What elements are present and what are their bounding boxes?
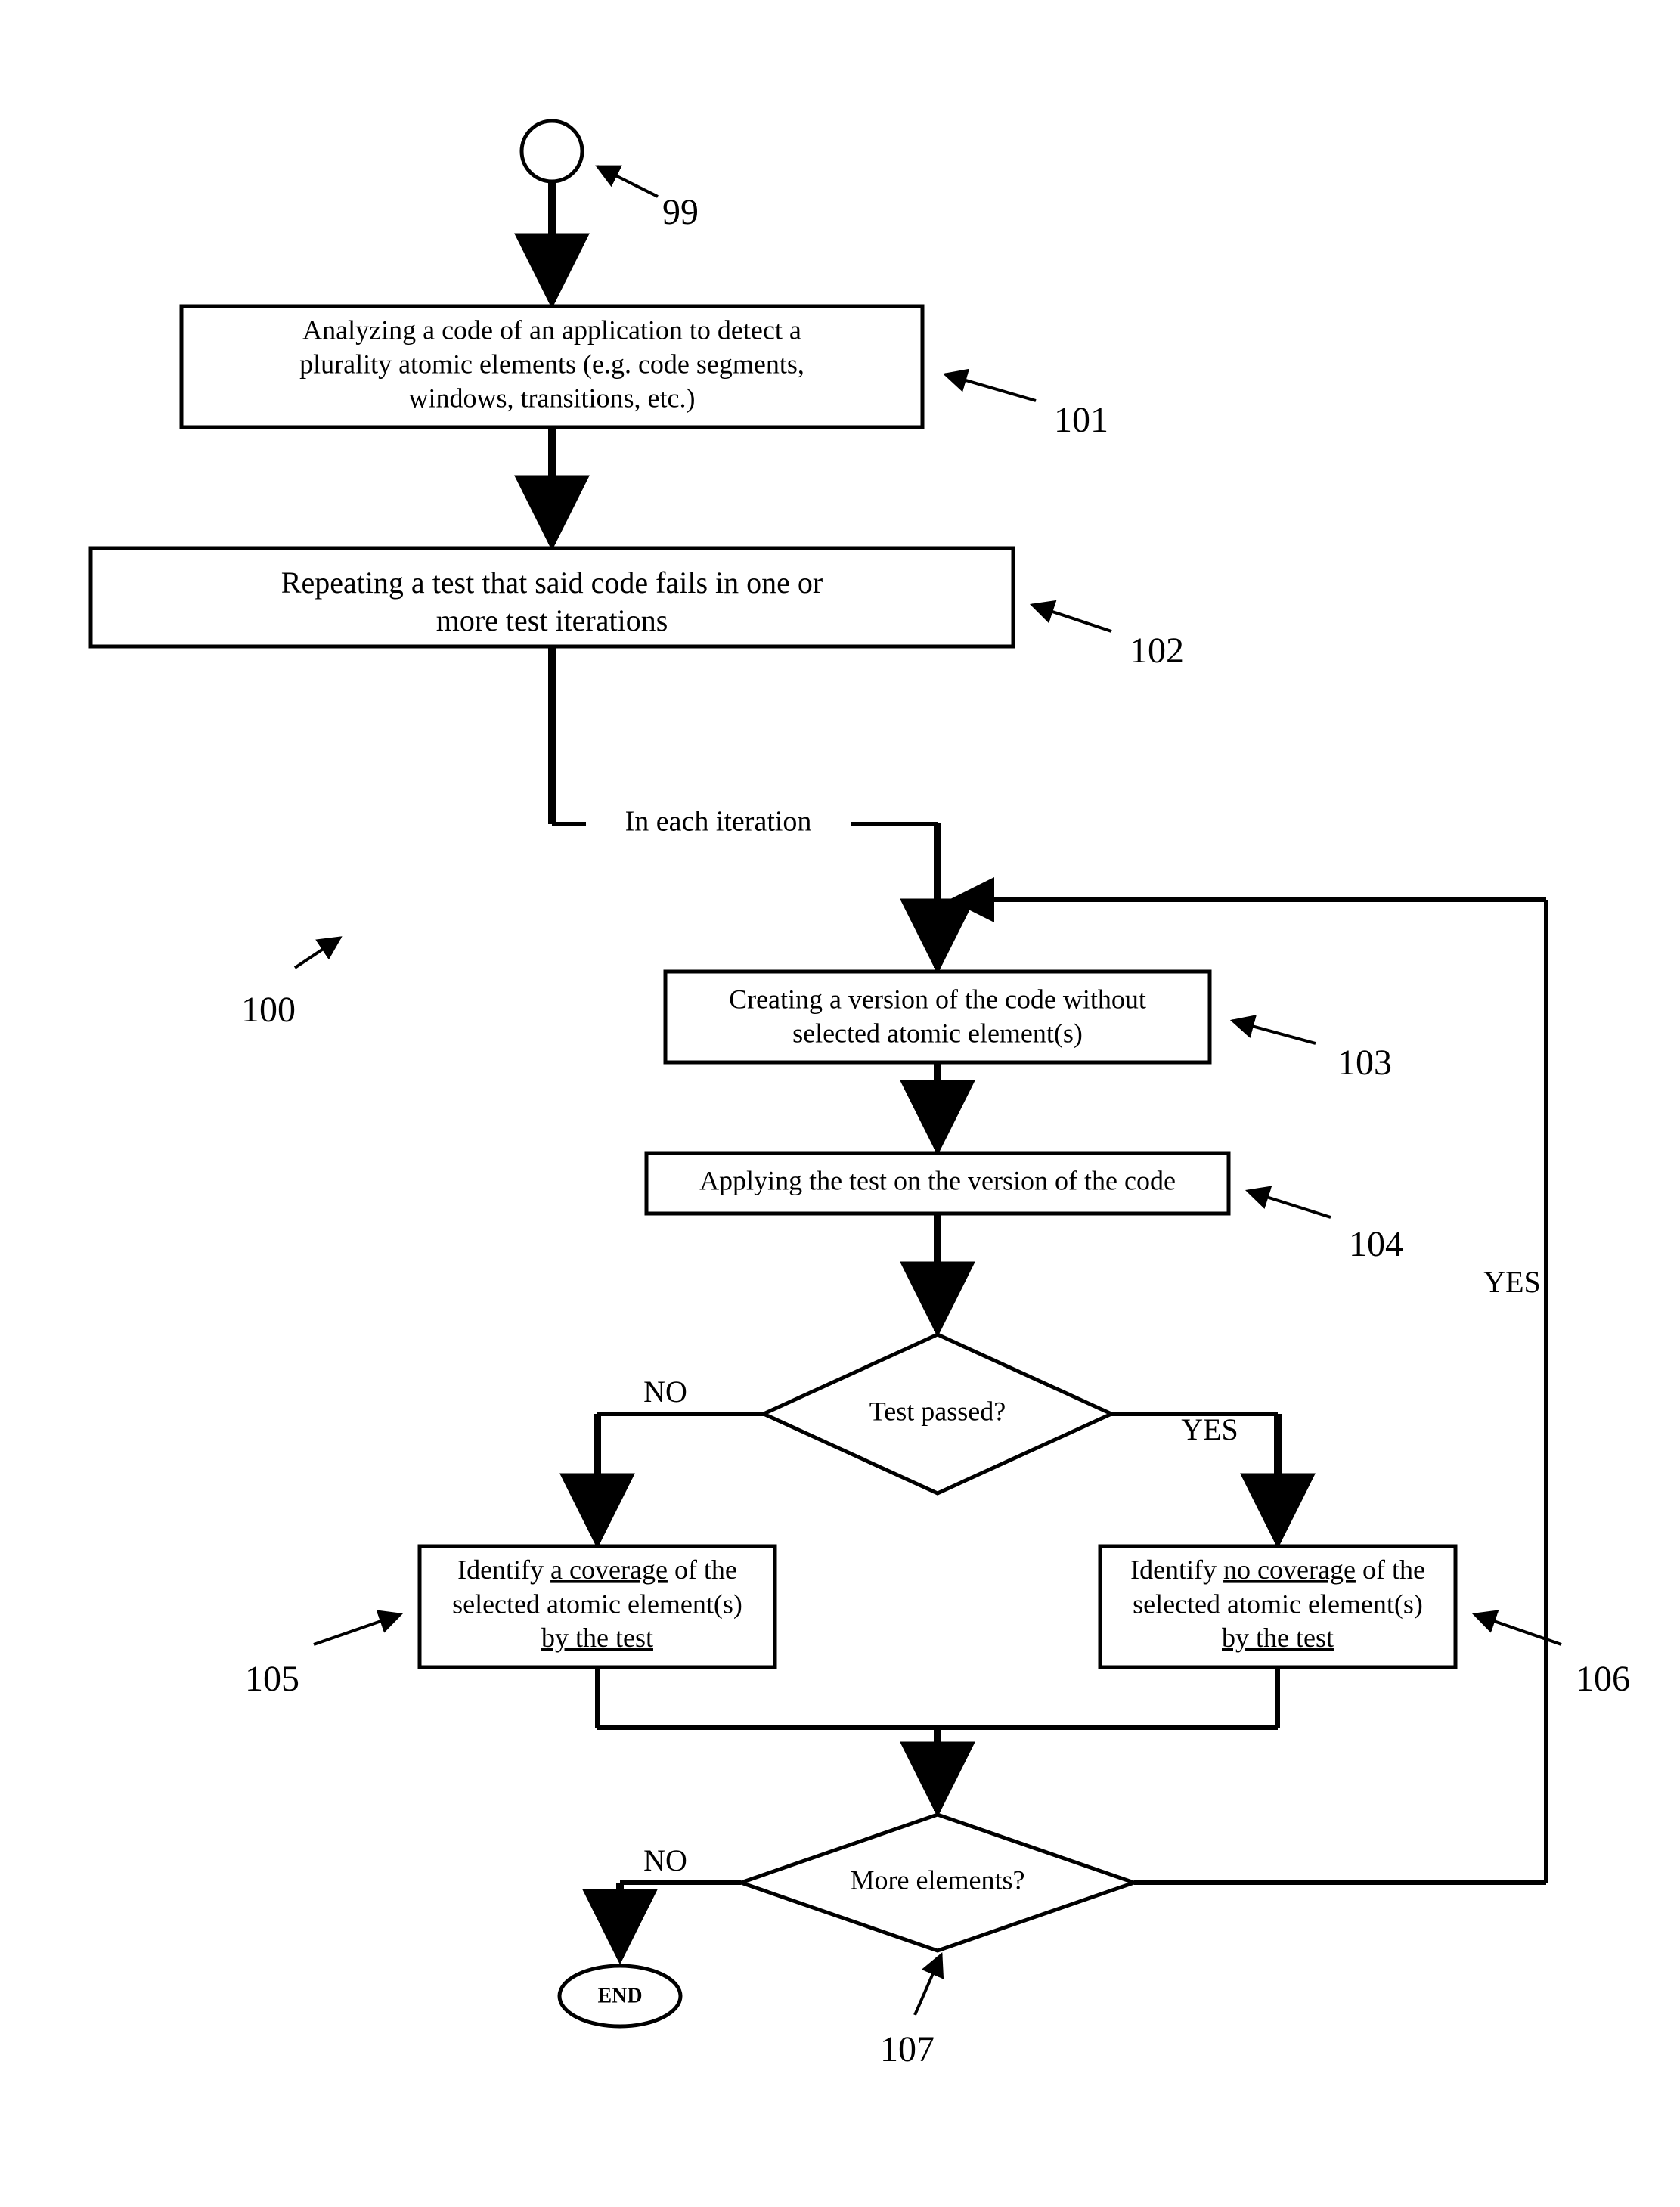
apply-l1: Applying the test on the version of the … (699, 1165, 1176, 1195)
cov-yes-l2: selected atomic element(s) (452, 1589, 742, 1619)
ref-104: 104 (1349, 1224, 1403, 1264)
ref-107: 107 (880, 2029, 935, 2069)
cov-no-l3: by the test (1222, 1623, 1334, 1653)
dec1-no: NO (643, 1375, 687, 1409)
cov-yes-l1: Identify a coverage of the (457, 1555, 737, 1585)
dec1-yes: YES (1181, 1412, 1238, 1446)
analyze-l1: Analyzing a code of an application to de… (302, 315, 801, 345)
repeat-l1: Repeating a test that said code fails in… (281, 566, 823, 600)
end-text: END (597, 1984, 642, 2007)
create-l1: Creating a version of the code without (729, 984, 1146, 1014)
ref-arrow (314, 1614, 401, 1644)
cov-no-l1c: of the (1356, 1555, 1425, 1585)
ref-106: 106 (1576, 1659, 1630, 1699)
create-l2: selected atomic element(s) (792, 1018, 1083, 1048)
dec2-yes: YES (1483, 1265, 1541, 1299)
analyze-l3: windows, transitions, etc.) (409, 383, 696, 413)
cov-yes-l1a: Identify (457, 1555, 550, 1585)
cov-yes-l3: by the test (541, 1623, 653, 1653)
ref-arrow (597, 166, 658, 197)
iter-label: In each iteration (625, 806, 812, 838)
ref-105: 105 (245, 1659, 299, 1699)
cov-no-l1b: no coverage (1223, 1555, 1356, 1585)
dec1-text: Test passed? (869, 1396, 1006, 1426)
cov-yes-l1c: of the (668, 1555, 737, 1585)
cov-no-l1a: Identify (1130, 1555, 1223, 1585)
ref-arrow (1232, 1021, 1316, 1043)
repeat-l2: more test iterations (436, 603, 668, 637)
ref-arrow (1248, 1191, 1331, 1217)
ref-arrow (915, 1954, 941, 2015)
start-node (522, 121, 582, 181)
ref-100: 100 (241, 990, 296, 1030)
cov-no-l2: selected atomic element(s) (1133, 1589, 1423, 1619)
ref-arrow (1032, 605, 1111, 631)
cov-no-l1: Identify no coverage of the (1130, 1555, 1425, 1585)
ref-arrow (945, 374, 1036, 401)
dec2-no: NO (643, 1843, 687, 1877)
analyze-l2: plurality atomic elements (e.g. code seg… (299, 349, 804, 379)
ref-99: 99 (662, 192, 699, 232)
cov-no-l3a: by the test (1222, 1623, 1334, 1653)
dec2-text: More elements? (851, 1864, 1025, 1895)
cov-yes-l1b: a coverage (550, 1555, 668, 1585)
cov-yes-l3a: by the test (541, 1623, 653, 1653)
ref-arrow (295, 938, 340, 968)
ref-102: 102 (1130, 631, 1184, 671)
ref-101: 101 (1054, 400, 1108, 440)
ref-103: 103 (1337, 1043, 1392, 1083)
